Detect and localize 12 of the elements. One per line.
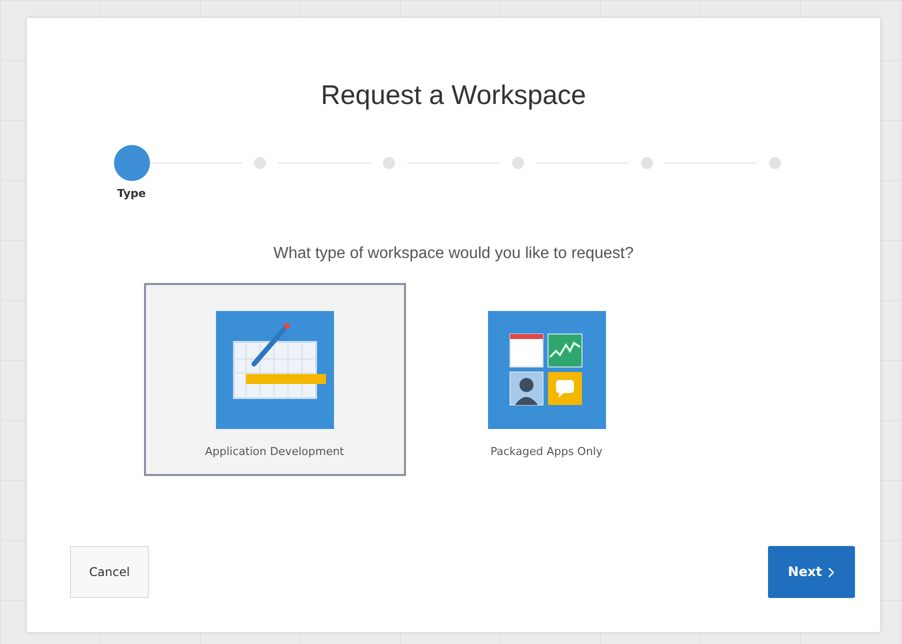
app-builder-icon [216,311,334,429]
next-button[interactable]: Next [768,546,855,598]
app-tiles-icon [488,311,606,429]
workspace-option[interactable]: Packaged Apps Only [416,283,678,476]
dialog-title: Request a Workspace [320,80,586,111]
cancel-button[interactable]: Cancel [70,546,149,598]
option-label: Application Development [204,445,344,458]
option-label: Packaged Apps Only [490,445,602,458]
question-text: What type of workspace would you like to request? [273,245,634,263]
workspace-option[interactable]: Application Development [144,283,406,476]
chevron-right-icon [828,566,836,578]
step-label: Type [117,187,146,200]
